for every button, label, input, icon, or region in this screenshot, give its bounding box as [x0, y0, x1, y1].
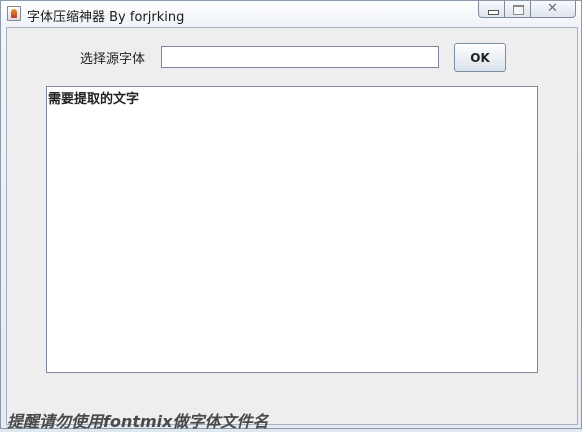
maximize-button[interactable]	[504, 1, 531, 18]
warning-hint: 提醒请勿使用fontmix做字体文件名	[7, 412, 269, 431]
extract-text-area[interactable]: 需要提取的文字	[46, 86, 538, 373]
source-font-label: 选择源字体	[80, 52, 146, 67]
window-title: 字体压缩神器 By forjrking	[27, 10, 185, 25]
app-window: 字体压缩神器 By forjrking 选择源字体 OK 需要提取的文字 提醒请…	[0, 0, 582, 431]
java-cup-icon[interactable]	[7, 6, 21, 21]
content-panel: 选择源字体 OK 需要提取的文字 提醒请勿使用fontmix做字体文件名	[6, 27, 578, 431]
close-button[interactable]	[530, 1, 576, 18]
minimize-button[interactable]	[478, 1, 505, 18]
title-bar[interactable]: 字体压缩神器 By forjrking	[1, 1, 581, 27]
ok-button[interactable]: OK	[454, 43, 506, 72]
source-font-input[interactable]	[161, 46, 439, 68]
